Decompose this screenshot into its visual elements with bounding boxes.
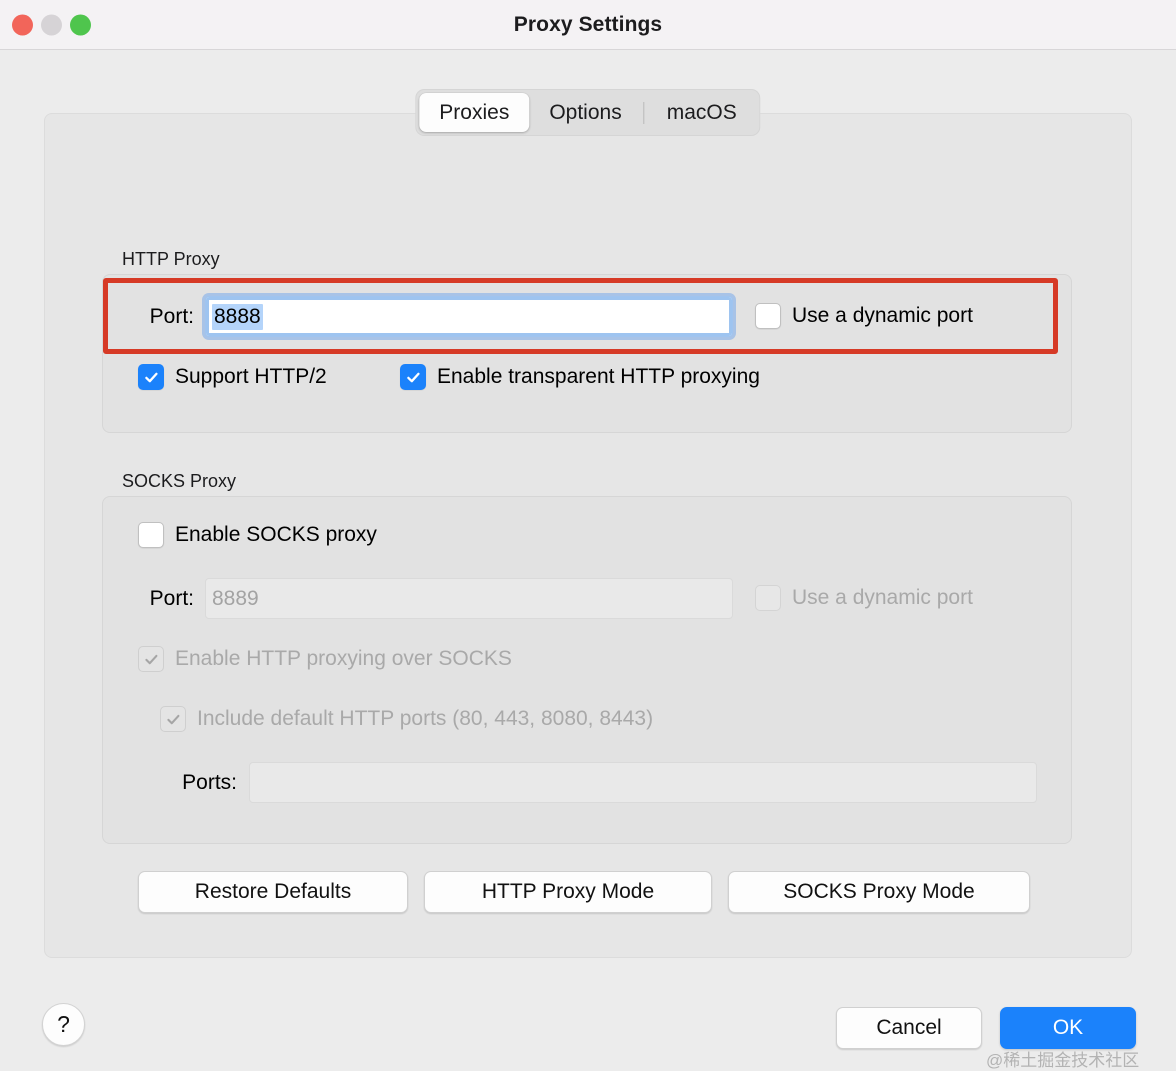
socks-ports-label: Ports: bbox=[182, 770, 237, 794]
socks-proxy-port-input[interactable]: 8889 bbox=[205, 578, 733, 619]
tab-divider bbox=[643, 101, 645, 124]
tab-macos[interactable]: macOS bbox=[647, 93, 757, 132]
support-http2-checkbox-row[interactable]: Support HTTP/2 bbox=[138, 364, 327, 390]
ok-button[interactable]: OK bbox=[1000, 1007, 1136, 1049]
http-proxy-dynamic-port-label: Use a dynamic port bbox=[792, 304, 973, 327]
transparent-http-proxying-label: Enable transparent HTTP proxying bbox=[437, 365, 760, 388]
checkbox-checked-disabled-icon[interactable] bbox=[160, 706, 186, 732]
window-titlebar: Proxy Settings bbox=[0, 0, 1176, 50]
traffic-lights bbox=[12, 14, 91, 35]
http-proxy-group-label: HTTP Proxy bbox=[122, 249, 220, 269]
http-proxy-port-input[interactable]: 8888 bbox=[205, 296, 733, 337]
close-window-button[interactable] bbox=[12, 14, 33, 35]
http-proxy-port-row: Port: 8888 bbox=[132, 296, 733, 337]
socks-proxy-dynamic-port-label: Use a dynamic port bbox=[792, 586, 973, 609]
socks-proxy-dynamic-port-checkbox-row[interactable]: Use a dynamic port bbox=[755, 585, 973, 611]
http-proxying-over-socks-checkbox-row[interactable]: Enable HTTP proxying over SOCKS bbox=[138, 646, 512, 672]
http-proxy-port-label: Port: bbox=[149, 304, 194, 328]
include-default-http-ports-checkbox-row[interactable]: Include default HTTP ports (80, 443, 808… bbox=[160, 706, 653, 732]
enable-socks-proxy-label: Enable SOCKS proxy bbox=[175, 523, 377, 546]
dialog-content: Proxies Options macOS HTTP Proxy Port: 8… bbox=[0, 50, 1176, 1070]
minimize-window-button[interactable] bbox=[41, 14, 62, 35]
http-proxying-over-socks-label: Enable HTTP proxying over SOCKS bbox=[175, 647, 512, 670]
http-proxy-mode-button[interactable]: HTTP Proxy Mode bbox=[424, 871, 712, 913]
watermark: @稀土掘金技术社区 bbox=[986, 1051, 1140, 1070]
socks-proxy-port-label: Port: bbox=[149, 586, 194, 610]
window-title: Proxy Settings bbox=[513, 12, 663, 36]
checkbox-unchecked-icon[interactable] bbox=[138, 522, 164, 548]
http-proxy-port-value: 8888 bbox=[212, 303, 263, 330]
tab-proxies[interactable]: Proxies bbox=[419, 93, 530, 132]
mode-buttons-row: Restore Defaults HTTP Proxy Mode SOCKS P… bbox=[138, 871, 1030, 913]
socks-ports-input[interactable] bbox=[249, 762, 1037, 803]
include-default-http-ports-label: Include default HTTP ports (80, 443, 808… bbox=[197, 707, 654, 730]
socks-proxy-port-value: 8889 bbox=[212, 586, 259, 610]
support-http2-label: Support HTTP/2 bbox=[175, 365, 327, 388]
socks-proxy-mode-button[interactable]: SOCKS Proxy Mode bbox=[728, 871, 1030, 913]
checkbox-unchecked-icon[interactable] bbox=[755, 303, 781, 329]
checkbox-checked-disabled-icon[interactable] bbox=[138, 646, 164, 672]
restore-defaults-button[interactable]: Restore Defaults bbox=[138, 871, 408, 913]
tab-options[interactable]: Options bbox=[529, 93, 641, 132]
checkbox-checked-icon[interactable] bbox=[138, 364, 164, 390]
checkbox-checked-icon[interactable] bbox=[400, 364, 426, 390]
cancel-button[interactable]: Cancel bbox=[836, 1007, 982, 1049]
checkbox-unchecked-disabled-icon[interactable] bbox=[755, 585, 781, 611]
enable-socks-proxy-checkbox-row[interactable]: Enable SOCKS proxy bbox=[138, 522, 377, 548]
transparent-http-proxying-checkbox-row[interactable]: Enable transparent HTTP proxying bbox=[400, 364, 760, 390]
socks-proxy-group-label: SOCKS Proxy bbox=[122, 471, 237, 491]
socks-ports-row: Ports: bbox=[155, 762, 1037, 803]
zoom-window-button[interactable] bbox=[70, 14, 91, 35]
tab-bar: Proxies Options macOS bbox=[415, 89, 761, 136]
http-proxy-dynamic-port-checkbox-row[interactable]: Use a dynamic port bbox=[755, 303, 973, 329]
socks-proxy-port-row: Port: 8889 bbox=[132, 578, 733, 619]
